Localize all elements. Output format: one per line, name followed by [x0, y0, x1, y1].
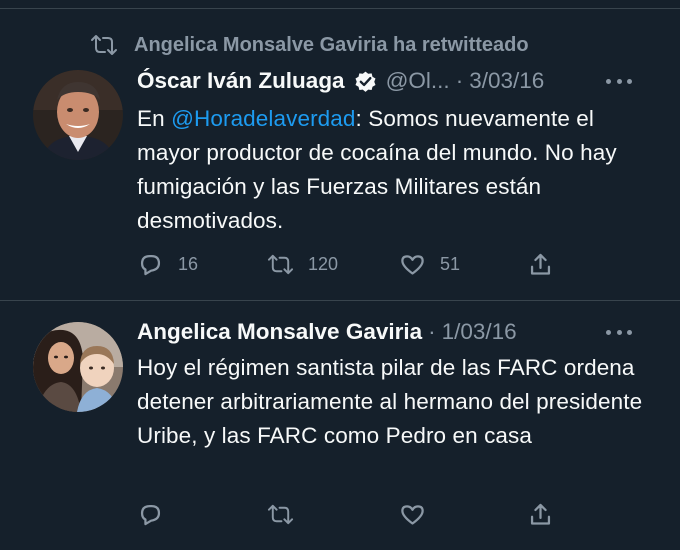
retweet-context: Angelica Monsalve Gaviria ha retwitteado — [90, 32, 529, 58]
retweet-button[interactable]: 120 — [267, 249, 338, 279]
tweet-date[interactable]: 1/03/16 — [442, 319, 517, 345]
share-button[interactable] — [527, 249, 554, 279]
author-name[interactable]: Angelica Monsalve Gaviria — [137, 319, 422, 345]
tweet-header: Angelica Monsalve Gaviria · 1/03/16 — [137, 317, 517, 347]
text-prefix: En — [137, 106, 172, 131]
separator-dot: · — [428, 319, 436, 344]
tweet-text: Hoy el régimen santista pilar de las FAR… — [137, 355, 643, 448]
retweet-icon — [267, 254, 294, 274]
tweet[interactable]: Angelica Monsalve Gaviria ha retwitteado… — [0, 20, 680, 300]
retweet-count: 120 — [308, 253, 339, 274]
like-count: 51 — [440, 253, 461, 274]
mention-link[interactable]: @Horadelaverdad — [171, 106, 355, 131]
author-handle[interactable]: @Ol... — [386, 68, 450, 94]
separator-dot: · — [455, 68, 464, 93]
share-button[interactable] — [527, 499, 554, 529]
share-icon — [530, 503, 551, 525]
avatar[interactable] — [33, 322, 123, 412]
like-icon — [401, 504, 424, 525]
like-button[interactable]: 51 — [399, 249, 460, 279]
reply-button[interactable]: 16 — [137, 249, 198, 279]
reply-icon — [140, 254, 161, 275]
avatar[interactable] — [33, 70, 123, 160]
share-icon — [530, 253, 551, 275]
retweet-context-text[interactable]: Angelica Monsalve Gaviria ha retwitteado — [134, 34, 529, 57]
tweet-text: En @Horadelaverdad: Somos nuevamente el … — [137, 102, 647, 238]
reply-icon — [140, 504, 161, 525]
tweet-actions: 16 120 51 — [137, 249, 567, 279]
like-icon — [401, 254, 424, 275]
more-icon[interactable] — [606, 327, 632, 337]
verified-badge-icon — [355, 71, 376, 92]
more-icon[interactable] — [606, 76, 632, 86]
reply-button[interactable] — [137, 499, 164, 529]
retweet-icon — [91, 35, 117, 55]
tweet-date[interactable]: 3/03/16 — [469, 68, 544, 94]
top-divider — [0, 8, 680, 9]
author-name[interactable]: Óscar Iván Zuluaga — [137, 68, 345, 94]
tweet-actions — [137, 499, 567, 529]
retweet-button[interactable] — [267, 499, 294, 529]
retweet-icon — [267, 504, 294, 524]
like-button[interactable] — [399, 499, 426, 529]
tweet[interactable]: Angelica Monsalve Gaviria · 1/03/16 Hoy … — [0, 301, 680, 550]
tweet-header: Óscar Iván Zuluaga @Ol... · 3/03/16 — [137, 66, 544, 96]
reply-count: 16 — [178, 253, 199, 274]
